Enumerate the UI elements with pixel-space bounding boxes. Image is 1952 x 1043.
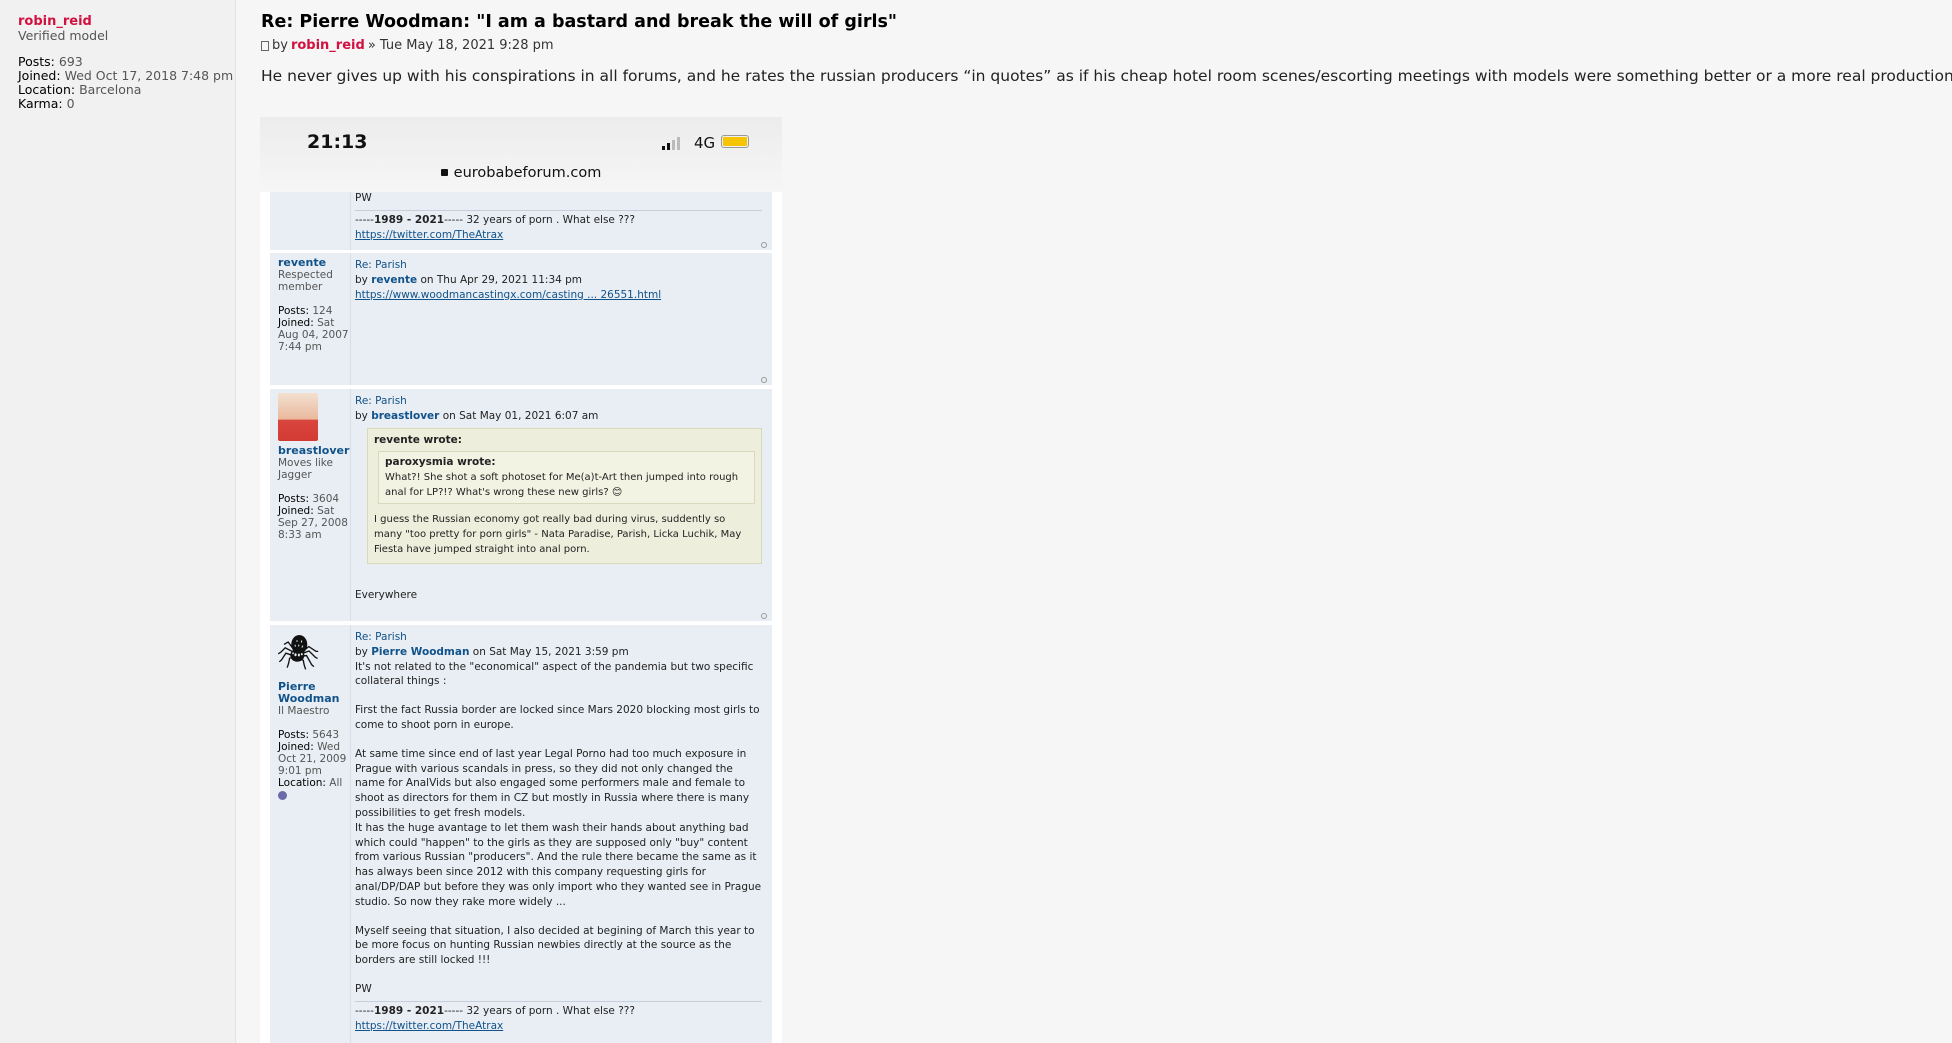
nested-quote: paroxysmia wrote: What?! She shot a soft… bbox=[378, 450, 755, 504]
forum-post-partial: PW -----1989 - 2021----- 32 years of por… bbox=[270, 192, 772, 250]
post-author[interactable]: robin_reid bbox=[291, 38, 365, 53]
spider-avatar: 🕷 bbox=[276, 633, 320, 673]
forum-rank: Respected member bbox=[278, 269, 333, 293]
paragraph: It has the huge avantage to let them was… bbox=[355, 821, 762, 908]
forum-username[interactable]: Pierre Woodman bbox=[278, 681, 350, 705]
phone-time: 21:13 bbox=[307, 131, 368, 153]
post-dot-icon bbox=[761, 242, 767, 248]
profile-username[interactable]: robin_reid bbox=[18, 15, 235, 29]
quote-cite: revente wrote: bbox=[374, 433, 462, 446]
profile-rank: Verified model bbox=[18, 28, 109, 43]
pw-signoff: PW bbox=[355, 982, 372, 995]
profile-posts: Posts: 693 bbox=[18, 54, 83, 69]
forum-username[interactable]: breastlover bbox=[278, 445, 350, 457]
smiley-icon: 😊 bbox=[611, 486, 623, 498]
signature-link[interactable]: https://twitter.com/TheAtrax bbox=[355, 229, 503, 241]
forum-username[interactable]: revente bbox=[278, 257, 350, 269]
embedded-screenshot: 21:13 4G eurobabeforum.com PW -----1989 … bbox=[260, 117, 782, 1043]
flag-icon bbox=[278, 791, 287, 800]
post: Re: Pierre Woodman: "I am a bastard and … bbox=[261, 12, 1952, 85]
pw-signoff: PW bbox=[355, 192, 372, 204]
network-label: 4G bbox=[694, 134, 716, 152]
author-profile: robin_reid Verified model Posts: 693 Joi… bbox=[0, 0, 236, 1043]
forum-post-woodman: 🕷 Pierre Woodman Il Maestro Posts: 5643 … bbox=[270, 625, 772, 1043]
signal-icon bbox=[662, 137, 680, 150]
battery-icon bbox=[721, 135, 749, 148]
paragraph: First the fact Russia border are locked … bbox=[355, 704, 760, 731]
post-icon[interactable] bbox=[261, 40, 269, 51]
profile-joined: Joined: Wed Oct 17, 2018 7:48 pm bbox=[18, 68, 234, 83]
post-meta: by robin_reid » Tue May 18, 2021 9:28 pm bbox=[261, 38, 1952, 53]
quote-text: I guess the Russian economy got really b… bbox=[374, 513, 742, 555]
profile-karma: Karma: 0 bbox=[18, 96, 75, 111]
post-dot-icon bbox=[761, 613, 767, 619]
forum-rank: Il Maestro bbox=[278, 705, 330, 717]
forum-rank: Moves like Jagger bbox=[278, 457, 333, 481]
paragraph: At same time since end of last year Lega… bbox=[355, 747, 750, 819]
forum-post-title[interactable]: Re: Parish bbox=[355, 258, 762, 273]
casting-link[interactable]: https://www.woodmancastingx.com/casting … bbox=[355, 289, 661, 301]
signature-link[interactable]: https://twitter.com/TheAtrax bbox=[355, 1020, 503, 1032]
phone-url: eurobabeforum.com bbox=[260, 165, 782, 181]
avatar bbox=[278, 393, 318, 441]
post-dot-icon bbox=[761, 377, 767, 383]
lock-icon bbox=[440, 169, 448, 176]
forum-post-title[interactable]: Re: Parish bbox=[355, 394, 762, 409]
post-date: » Tue May 18, 2021 9:28 pm bbox=[367, 38, 554, 53]
profile-location: Location: Barcelona bbox=[18, 82, 142, 97]
post-content: He never gives up with his conspirations… bbox=[261, 67, 1952, 85]
signature: -----1989 - 2021----- 32 years of porn .… bbox=[355, 209, 762, 228]
forum-post-revente: revente Respected member Posts: 124 Join… bbox=[270, 253, 772, 385]
post-title[interactable]: Re: Pierre Woodman: "I am a bastard and … bbox=[261, 12, 1952, 32]
quote-block: revente wrote: paroxysmia wrote: What?! … bbox=[367, 427, 762, 564]
paragraph: It's not related to the "economical" asp… bbox=[355, 660, 754, 688]
signature: -----1989 - 2021----- 32 years of porn .… bbox=[355, 1000, 762, 1019]
phone-status-bar: 21:13 4G eurobabeforum.com bbox=[260, 117, 782, 192]
paragraph: Myself seeing that situation, I also dec… bbox=[355, 924, 755, 967]
forum-post-title[interactable]: Re: Parish bbox=[355, 630, 762, 645]
reply-text: Everywhere bbox=[355, 588, 418, 601]
forum-post-breastlover: breastlover Moves like Jagger Posts: 360… bbox=[270, 389, 772, 621]
